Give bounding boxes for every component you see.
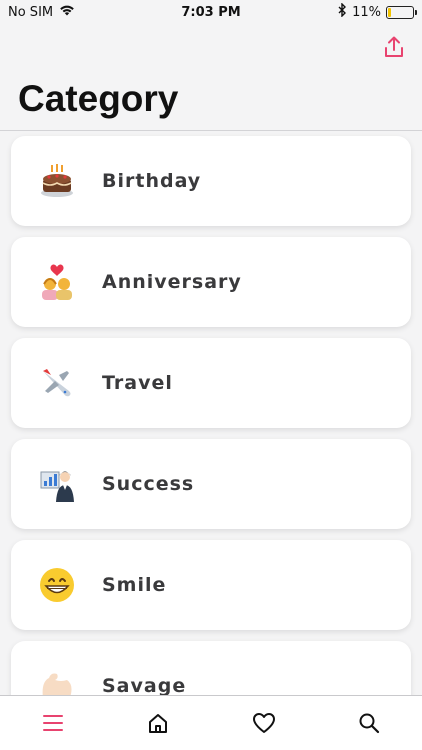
category-label: Savage: [102, 675, 187, 695]
category-card-travel[interactable]: Travel: [11, 338, 411, 428]
category-list[interactable]: Birthday Anniversary Travel Success Smil…: [0, 131, 422, 695]
carrier-label: No SIM: [8, 4, 54, 20]
category-label: Smile: [102, 574, 167, 596]
category-card-savage[interactable]: Savage: [11, 641, 411, 695]
page-title: Category: [18, 78, 179, 119]
grinning-face-icon: [37, 565, 77, 605]
category-card-smile[interactable]: Smile: [11, 540, 411, 630]
battery-icon: [386, 5, 417, 19]
tab-bar: [0, 695, 422, 750]
share-button[interactable]: [382, 34, 406, 60]
category-label: Anniversary: [102, 271, 242, 293]
category-card-birthday[interactable]: Birthday: [11, 136, 411, 226]
heart-icon: [252, 713, 275, 733]
tab-menu[interactable]: [23, 700, 83, 746]
category-card-anniversary[interactable]: Anniversary: [11, 237, 411, 327]
battery-fill: [388, 7, 391, 17]
status-bar: No SIM 7:03 PM 11%: [0, 0, 422, 24]
wifi-icon: [59, 4, 75, 20]
share-icon: [385, 36, 403, 57]
flexed-biceps-icon: [37, 666, 77, 695]
tab-search[interactable]: [339, 700, 399, 746]
search-icon: [359, 713, 380, 734]
status-left: No SIM: [8, 4, 75, 20]
tab-favorites[interactable]: [234, 700, 294, 746]
bluetooth-icon: [338, 2, 347, 21]
airplane-icon: [37, 363, 77, 403]
battery-percent: 11%: [352, 4, 381, 20]
home-icon: [149, 714, 168, 733]
status-right: 11%: [338, 2, 417, 21]
menu-icon: [42, 715, 63, 731]
couple-with-heart-icon: [37, 262, 77, 302]
category-label: Travel: [102, 372, 173, 394]
tab-home[interactable]: [128, 700, 188, 746]
presenter-icon: [37, 464, 77, 504]
birthday-cake-icon: [37, 161, 77, 201]
category-label: Success: [102, 473, 195, 495]
category-label: Birthday: [102, 170, 202, 192]
category-card-success[interactable]: Success: [11, 439, 411, 529]
